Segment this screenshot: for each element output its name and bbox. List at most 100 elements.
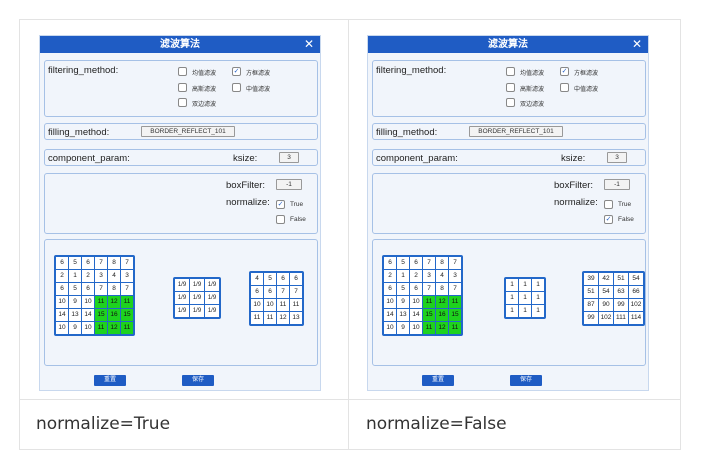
- matrix-cell: 13: [69, 309, 81, 321]
- matrix-cell: 2: [410, 270, 422, 282]
- column-divider: [348, 19, 349, 450]
- checkbox-bilateral-filter[interactable]: [178, 98, 187, 107]
- normalize-true-checkbox[interactable]: [604, 200, 613, 209]
- close-icon[interactable]: ✕: [632, 36, 642, 53]
- matrix-cell: 6: [82, 283, 94, 295]
- checkbox-median-filter[interactable]: [560, 83, 569, 92]
- matrix-cell: 10: [264, 299, 276, 311]
- normalize-false-checkbox[interactable]: [276, 215, 285, 224]
- matrix-cell: 2: [82, 270, 94, 282]
- checkbox-mean-filter[interactable]: [506, 67, 515, 76]
- save-button[interactable]: 保存: [182, 375, 214, 386]
- boxfilter-input[interactable]: -1: [276, 179, 302, 190]
- matrix-cell: 6: [251, 286, 263, 298]
- ksize-input[interactable]: 3: [607, 152, 627, 163]
- matrix-cell: 99: [614, 299, 628, 311]
- matrix-cell: 1/9: [205, 279, 219, 291]
- normalize-true-checkbox[interactable]: ✓: [276, 200, 285, 209]
- checkbox-box-filter[interactable]: ✓: [560, 67, 569, 76]
- matrix-cell: 7: [449, 257, 461, 269]
- checkbox-mean-filter[interactable]: [178, 67, 187, 76]
- reset-button[interactable]: 重置: [422, 375, 454, 386]
- filter-dialog-left: 滤波算法 ✕ filtering_method: 均值滤波 ✓ 方框滤波 高斯滤…: [39, 35, 321, 391]
- option-label: 方框滤波: [246, 71, 271, 77]
- matrix-cell: 8: [436, 283, 448, 295]
- matrix-cell: 11: [95, 322, 107, 334]
- option-label: 中值滤波: [246, 87, 271, 93]
- dialog-title: 滤波算法: [40, 36, 320, 53]
- component-param-group: component_param: ksize: 3: [44, 149, 318, 166]
- matrix-cell: 16: [108, 309, 120, 321]
- matrix-cell: 5: [69, 257, 81, 269]
- reset-button[interactable]: 重置: [94, 375, 126, 386]
- checkbox-gaussian-filter[interactable]: [178, 83, 187, 92]
- matrix-illustration-group: 6 5 6 7 8 7 2 1 2 3 4 3 6 5 6 7 8 7 10 9 10 11 12 11 14 13 14 15 16 1…: [372, 239, 646, 366]
- matrix-cell: 1/9: [175, 279, 189, 291]
- option-label: 方框滤波: [574, 71, 599, 77]
- component-param-group: component_param: ksize: 3: [372, 149, 646, 166]
- matrix-cell: 10: [82, 322, 94, 334]
- matrix-cell: 9: [397, 322, 409, 334]
- matrix-cell: 11: [95, 296, 107, 308]
- matrix-cell: 16: [436, 309, 448, 321]
- checkbox-bilateral-filter[interactable]: [506, 98, 515, 107]
- matrix-cell: 1/9: [190, 279, 204, 291]
- normalize-label: normalize:: [554, 197, 598, 208]
- checkbox-box-filter[interactable]: ✓: [232, 67, 241, 76]
- matrix-cell: 13: [290, 312, 302, 324]
- normalize-true-label: True: [290, 201, 304, 208]
- matrix-cell: 15: [95, 309, 107, 321]
- input-matrix: 6 5 6 7 8 7 2 1 2 3 4 3 6 5 6 7 8 7 10 9 10 11 12 11 14 13 14 15 16 1…: [54, 255, 135, 336]
- matrix-cell: 2: [384, 270, 396, 282]
- filling-method-select[interactable]: BORDER_REFLECT_101: [469, 126, 563, 137]
- close-icon[interactable]: ✕: [304, 36, 314, 53]
- matrix-cell: 7: [290, 286, 302, 298]
- matrix-cell: 1: [69, 270, 81, 282]
- matrix-cell: 114: [629, 312, 643, 324]
- matrix-cell: 11: [121, 322, 133, 334]
- boxfilter-input[interactable]: -1: [604, 179, 630, 190]
- matrix-cell: 1/9: [175, 292, 189, 304]
- option-label: 双边滤波: [192, 102, 217, 108]
- matrix-cell: 12: [108, 322, 120, 334]
- matrix-cell: 3: [95, 270, 107, 282]
- checkbox-gaussian-filter[interactable]: [506, 83, 515, 92]
- matrix-cell: 1: [519, 305, 531, 317]
- matrix-cell: 6: [410, 283, 422, 295]
- matrix-cell: 102: [629, 299, 643, 311]
- matrix-cell: 14: [82, 309, 94, 321]
- filtering-method-label: filtering_method:: [376, 65, 447, 76]
- matrix-cell: 12: [436, 296, 448, 308]
- filling-method-select[interactable]: BORDER_REFLECT_101: [141, 126, 235, 137]
- matrix-cell: 11: [423, 296, 435, 308]
- matrix-cell: 1/9: [190, 305, 204, 317]
- option-label: 均值滤波: [192, 71, 217, 77]
- matrix-cell: 10: [410, 322, 422, 334]
- matrix-cell: 5: [264, 273, 276, 285]
- matrix-cell: 11: [121, 296, 133, 308]
- normalize-false-label: False: [290, 216, 306, 223]
- matrix-cell: 7: [423, 257, 435, 269]
- matrix-cell: 1/9: [190, 292, 204, 304]
- kernel-matrix: 1/9 1/9 1/9 1/9 1/9 1/9 1/9 1/9 1/9: [173, 277, 221, 319]
- boxfilter-label: boxFilter:: [226, 180, 266, 191]
- option-label: 高斯滤波: [520, 87, 545, 93]
- component-param-label: component_param:: [376, 153, 458, 164]
- ksize-input[interactable]: 3: [279, 152, 299, 163]
- matrix-cell: 11: [277, 299, 289, 311]
- matrix-cell: 11: [251, 312, 263, 324]
- normalize-false-checkbox[interactable]: ✓: [604, 215, 613, 224]
- matrix-cell: 5: [69, 283, 81, 295]
- matrix-cell: 14: [56, 309, 68, 321]
- matrix-cell: 1/9: [175, 305, 189, 317]
- matrix-cell: 1: [532, 292, 544, 304]
- matrix-cell: 6: [384, 257, 396, 269]
- save-button[interactable]: 保存: [510, 375, 542, 386]
- matrix-cell: 8: [108, 257, 120, 269]
- matrix-cell: 5: [397, 257, 409, 269]
- matrix-cell: 7: [423, 283, 435, 295]
- matrix-cell: 66: [629, 286, 643, 298]
- checkbox-median-filter[interactable]: [232, 83, 241, 92]
- filling-method-group: filling_method: BORDER_REFLECT_101: [372, 123, 646, 140]
- kernel-matrix: 111111111: [504, 277, 546, 319]
